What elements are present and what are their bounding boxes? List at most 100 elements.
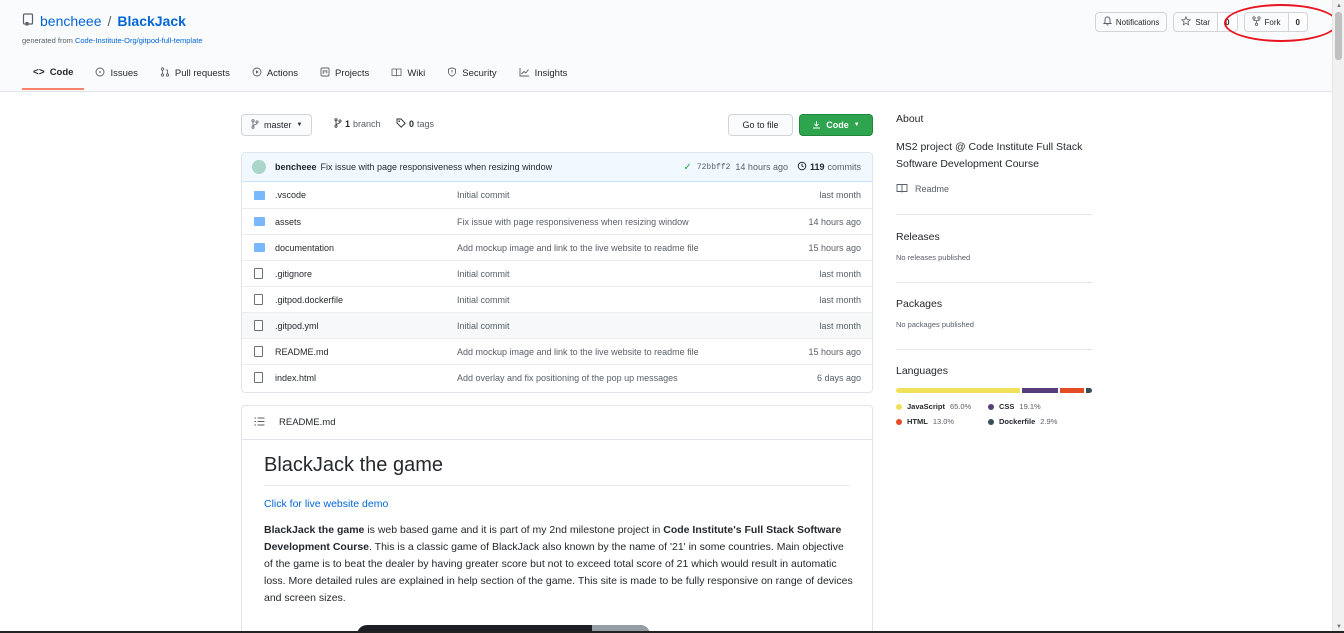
- file-name-link[interactable]: .gitpod.yml: [275, 321, 319, 331]
- list-icon[interactable]: [254, 417, 265, 429]
- file-commit-age: 6 days ago: [816, 372, 861, 383]
- language-item[interactable]: JavaScript 65.0%: [896, 402, 988, 411]
- branch-select-button[interactable]: master ▼: [241, 114, 313, 136]
- commit-author-link[interactable]: bencheee: [275, 162, 317, 172]
- branch-icon: [251, 119, 259, 131]
- generated-prefix: generated from: [22, 36, 75, 45]
- file-row[interactable]: README.md Add mockup image and link to th…: [242, 338, 872, 364]
- language-percent: 65.0%: [949, 402, 972, 411]
- language-name: JavaScript: [907, 402, 945, 411]
- file-name-link[interactable]: .gitpod.dockerfile: [275, 295, 343, 305]
- tab-code[interactable]: <> Code: [22, 62, 85, 90]
- language-item[interactable]: HTML 13.0%: [896, 417, 988, 426]
- file-name-link[interactable]: README.md: [275, 347, 329, 357]
- packages-heading[interactable]: Packages: [896, 298, 1092, 310]
- language-name: Dockerfile: [999, 417, 1036, 426]
- play-icon: [252, 67, 262, 80]
- file-name-link[interactable]: assets: [275, 217, 301, 227]
- tag-count-label: tags: [417, 119, 435, 129]
- releases-text: No releases published: [896, 253, 971, 262]
- file-row[interactable]: assets Fix issue with page responsiveness…: [242, 208, 872, 234]
- repo-title: bencheee / BlackJack: [22, 13, 186, 29]
- scroll-thumb[interactable]: [1335, 12, 1342, 60]
- pull-request-icon: [160, 67, 170, 80]
- branches-link[interactable]: 1 branch: [334, 118, 381, 130]
- go-to-file-button[interactable]: Go to file: [728, 114, 793, 136]
- template-link[interactable]: Code-Institute-Org/gitpod-full-template: [75, 36, 203, 45]
- commit-sha-link[interactable]: 72bbff2: [697, 163, 731, 172]
- file-row[interactable]: .gitpod.yml Initial commit last month: [242, 312, 872, 338]
- language-item[interactable]: Dockerfile 2.9%: [988, 417, 1088, 426]
- file-name-link[interactable]: .vscode: [275, 190, 306, 200]
- chevron-down-icon: ▼: [296, 122, 303, 128]
- file-row[interactable]: .vscode Initial commit last month: [242, 182, 872, 208]
- repo-owner-link[interactable]: bencheee: [40, 13, 102, 29]
- scroll-up-icon[interactable]: ▲: [1336, 3, 1342, 9]
- file-name-link[interactable]: index.html: [275, 373, 316, 383]
- language-dot-icon: [988, 403, 994, 410]
- shield-icon: [447, 67, 457, 80]
- tab-label: Code: [49, 67, 74, 78]
- commit-message-link[interactable]: Fix issue with page responsiveness when …: [321, 162, 553, 172]
- tab-security[interactable]: Security: [436, 62, 507, 90]
- tab-wiki[interactable]: Wiki: [380, 62, 436, 90]
- page-scrollbar[interactable]: ▲ ▼: [1332, 0, 1344, 633]
- tab-label: Actions: [266, 68, 298, 79]
- file-commit-message-link[interactable]: Initial commit: [457, 321, 510, 331]
- branch-name: master: [264, 120, 292, 130]
- file-name-link[interactable]: documentation: [275, 243, 334, 253]
- language-bar-segment: [896, 388, 1020, 393]
- tab-projects[interactable]: Projects: [309, 62, 380, 90]
- notifications-button[interactable]: Notifications: [1094, 12, 1168, 32]
- folder-icon: [254, 243, 265, 252]
- tag-icon: [396, 118, 406, 130]
- language-bar: [896, 388, 1092, 393]
- readme-content: BlackJack the game Click for live websit…: [242, 440, 872, 607]
- file-commit-message-link[interactable]: Fix issue with page responsiveness when …: [457, 217, 689, 227]
- file-icon: [254, 346, 263, 357]
- repo-header: bencheee / BlackJack generated from Code…: [0, 0, 1338, 92]
- tab-issues[interactable]: Issues: [84, 62, 148, 90]
- history-icon: [797, 161, 807, 173]
- code-download-button[interactable]: Code ▼: [799, 114, 873, 136]
- tab-label: Projects: [334, 68, 370, 79]
- tab-pull-requests[interactable]: Pull requests: [149, 62, 241, 90]
- file-icon: [254, 320, 263, 331]
- file-commit-message-link[interactable]: Add mockup image and link to the live we…: [457, 347, 699, 357]
- file-row[interactable]: .gitignore Initial commit last month: [242, 260, 872, 286]
- releases-heading[interactable]: Releases: [896, 231, 1092, 243]
- scroll-down-icon[interactable]: ▼: [1336, 624, 1342, 630]
- language-bar-segment: [1086, 388, 1092, 393]
- tags-link[interactable]: 0 tags: [396, 118, 434, 130]
- file-commit-message-link[interactable]: Initial commit: [457, 190, 510, 200]
- about-heading: About: [896, 113, 924, 125]
- file-row[interactable]: documentation Add mockup image and link t…: [242, 234, 872, 260]
- star-label: Star: [1195, 17, 1211, 27]
- tab-label: Wiki: [407, 68, 426, 79]
- repo-name-link[interactable]: BlackJack: [117, 13, 186, 29]
- download-icon: [812, 120, 821, 131]
- commits-history-link[interactable]: 119 commits: [797, 161, 861, 173]
- tab-actions[interactable]: Actions: [241, 62, 309, 90]
- avatar[interactable]: [252, 160, 266, 174]
- languages-heading: Languages: [896, 365, 948, 377]
- commit-time: 14 hours ago: [735, 162, 788, 172]
- sidebar-divider: [896, 282, 1092, 283]
- file-commit-message-link[interactable]: Add mockup image and link to the live we…: [457, 243, 699, 253]
- file-name-link[interactable]: .gitignore: [275, 269, 312, 279]
- language-item[interactable]: CSS 19.1%: [988, 402, 1088, 411]
- readme-text-1: is web based game and it is part of my 2…: [364, 524, 664, 536]
- file-commit-message-link[interactable]: Initial commit: [457, 269, 510, 279]
- language-dot-icon: [896, 418, 902, 425]
- file-row[interactable]: .gitpod.dockerfile Initial commit last mon…: [242, 286, 872, 312]
- file-row[interactable]: index.html Add overlay and fix positionin…: [242, 364, 872, 390]
- readme-filename[interactable]: README.md: [279, 417, 335, 428]
- repo-nav-tabs: <> Code Issues Pull requests Actions Pro…: [22, 62, 578, 90]
- file-commit-message-link[interactable]: Add overlay and fix positioning of the p…: [457, 373, 678, 383]
- tab-insights[interactable]: Insights: [508, 62, 579, 90]
- sidebar: About MS2 project @ Code Institute Full …: [896, 113, 1092, 426]
- live-demo-link[interactable]: Click for live website demo: [264, 498, 850, 510]
- folder-icon: [254, 217, 265, 226]
- readme-sidebar-link[interactable]: Readme: [896, 183, 1092, 195]
- file-commit-message-link[interactable]: Initial commit: [457, 295, 510, 305]
